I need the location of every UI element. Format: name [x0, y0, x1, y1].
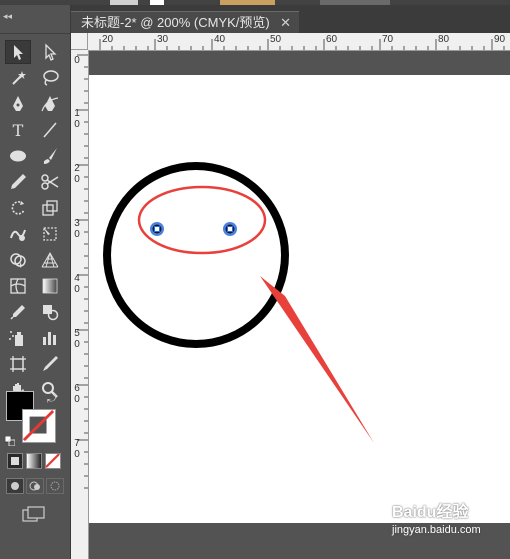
- ruler-label: 40: [214, 34, 226, 45]
- lasso-tool-icon[interactable]: [37, 66, 63, 90]
- paintbrush-tool-icon[interactable]: [37, 144, 63, 168]
- horizontal-ruler[interactable]: 20 30 40 50 60 70 80 90: [88, 33, 510, 51]
- selection-tool-icon[interactable]: [5, 40, 31, 64]
- rotate-tool-icon[interactable]: [5, 196, 31, 220]
- eye-anchor-right[interactable]: [223, 222, 237, 236]
- ruler-label: 80: [438, 34, 450, 45]
- vertical-ruler[interactable]: 0 1 0 2 0 3 0 4 0 5 0 6 0 7 0: [71, 50, 89, 559]
- draw-normal-button[interactable]: [6, 478, 24, 494]
- watermark-url: jingyan.baidu.com: [392, 524, 481, 536]
- svg-text:T: T: [13, 121, 24, 140]
- column-graph-tool-icon[interactable]: [37, 326, 63, 350]
- gradient-mode-button[interactable]: [26, 453, 42, 469]
- draw-behind-button[interactable]: [26, 478, 44, 494]
- ruler-label: 0: [74, 55, 80, 66]
- free-transform-tool-icon[interactable]: [37, 222, 63, 246]
- curvature-tool-icon[interactable]: [37, 92, 63, 116]
- shape-builder-tool-icon[interactable]: [5, 248, 31, 272]
- ruler-label: 50: [270, 34, 282, 45]
- pen-tool-icon[interactable]: [5, 92, 31, 116]
- ruler-label: 70: [382, 34, 394, 45]
- highlight-ellipse: [137, 185, 267, 255]
- symbol-sprayer-tool-icon[interactable]: [5, 326, 31, 350]
- ellipse-tool-icon[interactable]: [5, 144, 31, 168]
- ruler-corner[interactable]: [71, 33, 88, 50]
- document-tab-bar: 未标题-2* @ 200% (CMYK/预览) ✕: [71, 5, 510, 33]
- none-mode-button[interactable]: [45, 453, 61, 469]
- ruler-label: 90: [494, 34, 506, 45]
- pencil-tool-icon[interactable]: [5, 170, 31, 194]
- gradient-tool-icon[interactable]: [37, 274, 63, 298]
- ruler-label: 1 0: [74, 108, 80, 130]
- watermark: Baidu经验 jingyan.baidu.com: [392, 498, 504, 536]
- document-tab[interactable]: 未标题-2* @ 200% (CMYK/预览) ✕: [71, 11, 299, 33]
- blend-tool-icon[interactable]: [37, 300, 63, 324]
- ruler-label: 20: [102, 34, 114, 45]
- slice-tool-icon[interactable]: [37, 352, 63, 376]
- screen-mode-icon[interactable]: [22, 505, 46, 523]
- ruler-label: 3 0: [74, 218, 80, 240]
- ruler-label: 60: [326, 34, 338, 45]
- scale-tool-icon[interactable]: [37, 196, 63, 220]
- ruler-label: 2 0: [74, 163, 80, 185]
- perspective-grid-tool-icon[interactable]: [37, 248, 63, 272]
- draw-inside-button[interactable]: [46, 478, 64, 494]
- face-circle[interactable]: [103, 162, 289, 348]
- scissors-tool-icon[interactable]: [37, 170, 63, 194]
- close-icon[interactable]: ✕: [280, 12, 291, 33]
- artwork: [103, 162, 374, 443]
- line-segment-tool-icon[interactable]: [37, 118, 63, 142]
- divider: [0, 33, 70, 34]
- color-mode-button[interactable]: [7, 453, 23, 469]
- collapse-icon[interactable]: ◂◂: [3, 11, 12, 22]
- ruler-label: 5 0: [74, 328, 80, 350]
- tools-panel: ◂◂ T ⤾: [0, 5, 71, 559]
- artboard-tool-icon[interactable]: [5, 352, 31, 376]
- ruler-label: 7 0: [74, 438, 80, 460]
- document-tab-title: 未标题-2* @ 200% (CMYK/预览): [81, 15, 270, 30]
- ruler-label: 6 0: [74, 383, 80, 405]
- warp-tool-icon[interactable]: [5, 222, 31, 246]
- watermark-brand: Baidu经验: [392, 504, 469, 521]
- eye-anchor-left[interactable]: [150, 222, 164, 236]
- default-fill-stroke-icon[interactable]: [4, 433, 16, 447]
- stroke-swatch-none[interactable]: [22, 409, 56, 443]
- swap-fill-stroke-icon[interactable]: ⤾: [47, 393, 56, 406]
- annotation-arrow: [260, 276, 374, 443]
- magic-wand-tool-icon[interactable]: [5, 66, 31, 90]
- direct-selection-tool-icon[interactable]: [37, 40, 63, 64]
- eyedropper-tool-icon[interactable]: [5, 300, 31, 324]
- ruler-label: 4 0: [74, 273, 80, 295]
- type-tool-icon[interactable]: T: [5, 118, 31, 142]
- ruler-label: 30: [157, 34, 169, 45]
- mesh-tool-icon[interactable]: [5, 274, 31, 298]
